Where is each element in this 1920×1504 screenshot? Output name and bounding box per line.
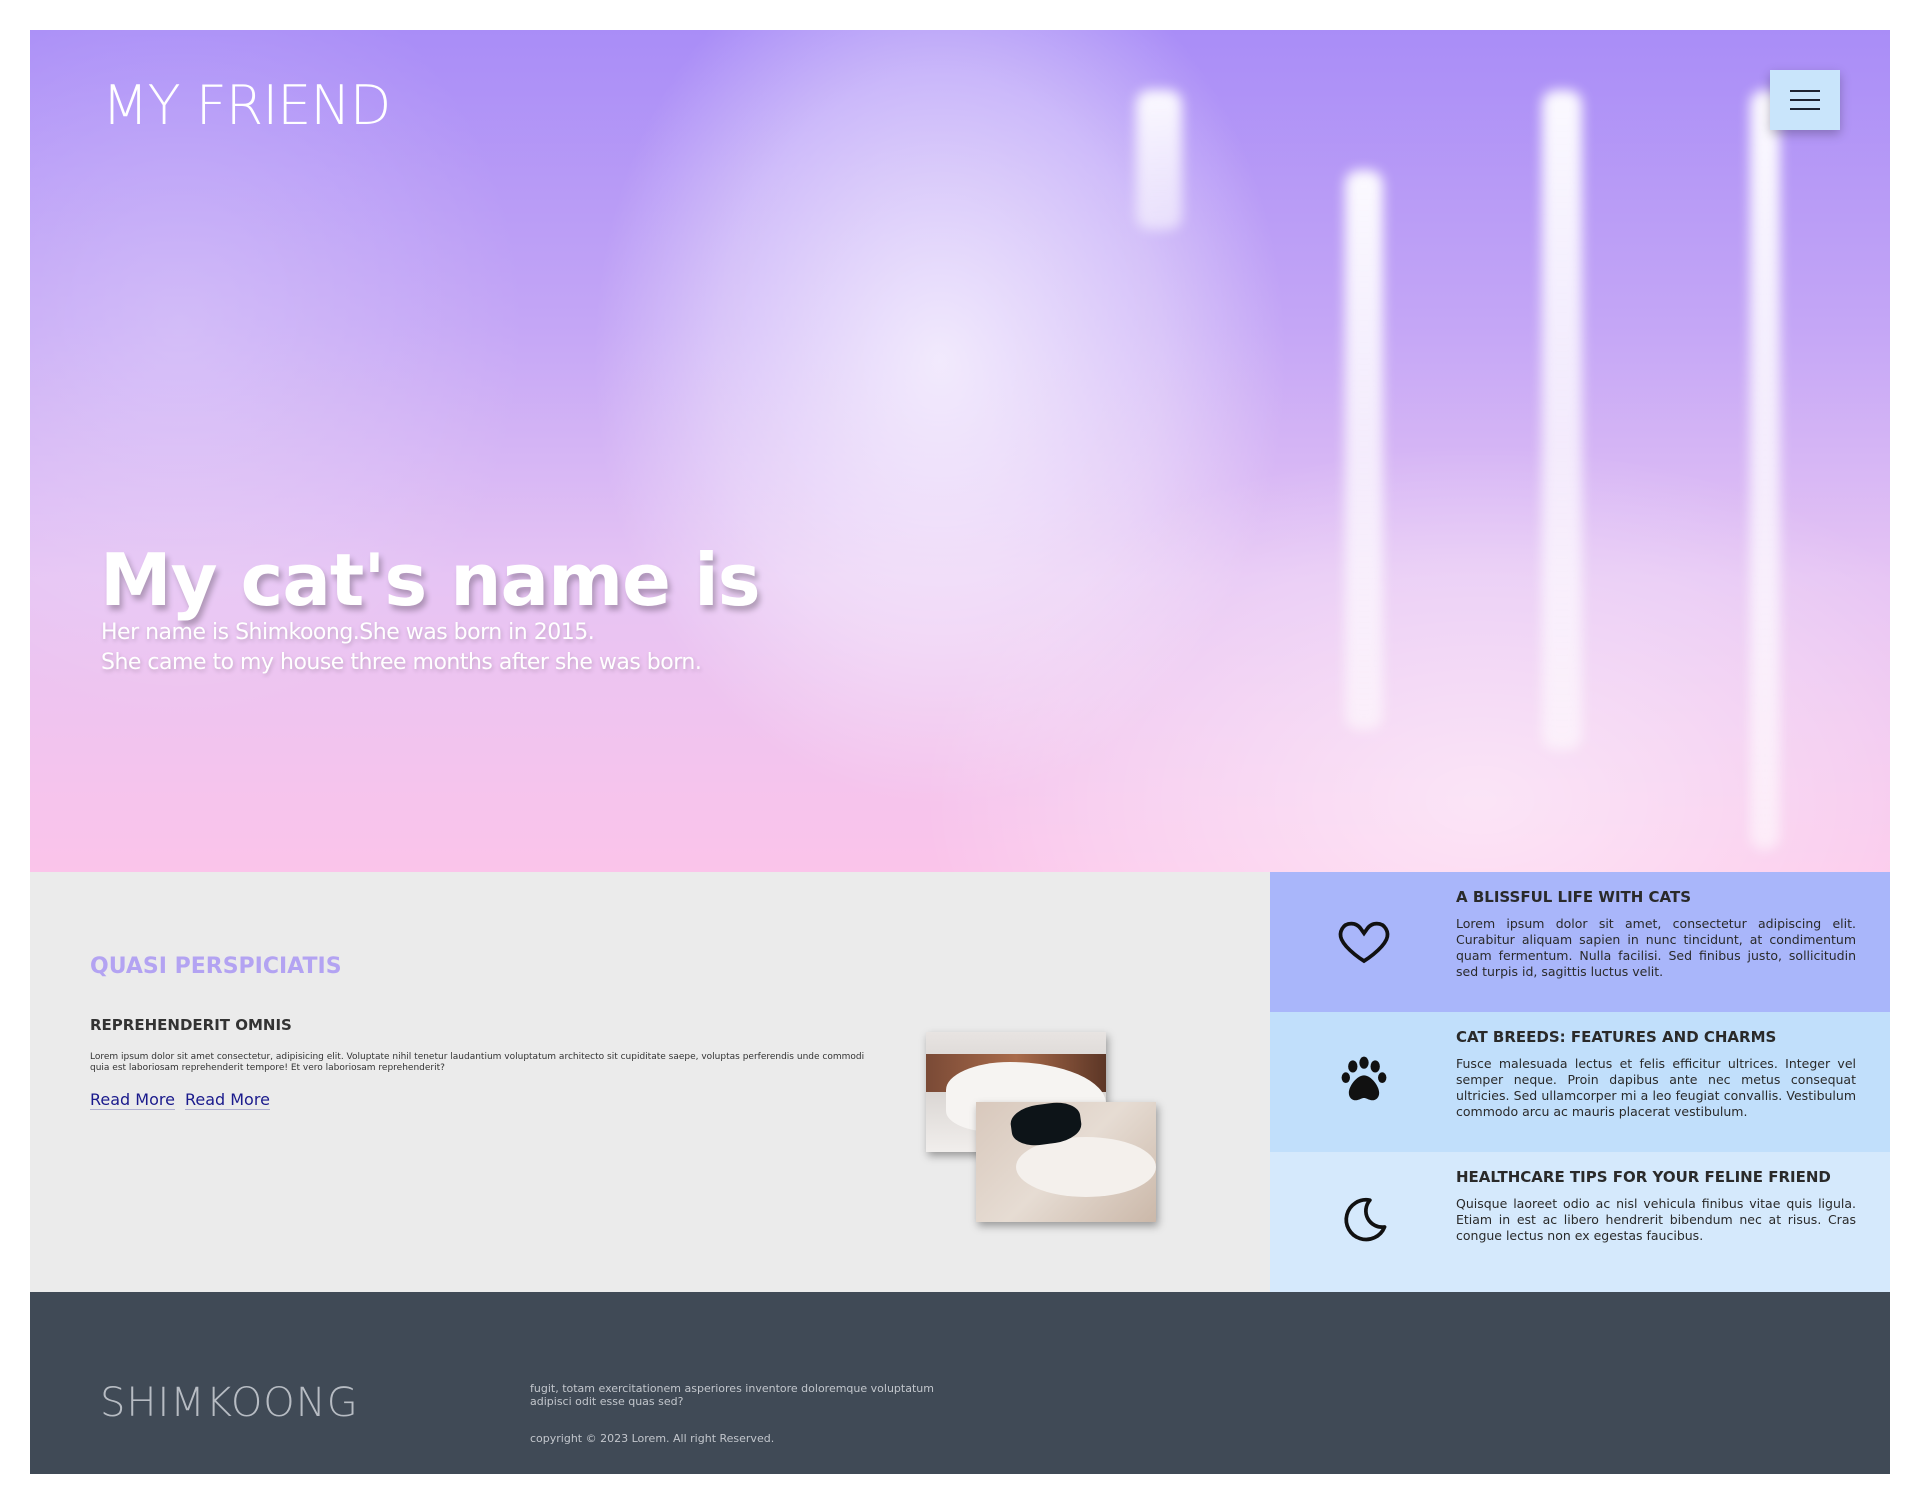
hero-subtitle: Her name is Shimkoong.She was born in 20…	[101, 618, 702, 678]
hero-section: MY FRIEND My cat's name is Her name is S…	[30, 30, 1890, 872]
site-logo[interactable]: MY FRIEND	[102, 74, 391, 137]
about-text: Lorem ipsum dolor sit amet consectetur, …	[90, 1052, 865, 1073]
feature-text: Lorem ipsum dolor sit amet, consectetur …	[1456, 916, 1856, 979]
read-more-links: Read More Read More	[90, 1090, 270, 1110]
about-section: QUASI PERSPICIATIS REPREHENDERIT OMNIS L…	[30, 872, 1270, 1292]
hero-subtitle-line: Her name is Shimkoong.She was born in 20…	[101, 620, 595, 645]
paw-icon	[1341, 1056, 1387, 1101]
copyright-text: copyright © 2023 Lorem. All right Reserv…	[530, 1432, 775, 1445]
hero-subtitle-line: She came to my house three months after …	[101, 650, 702, 675]
footer-text: fugit, totam exercitationem asperiores i…	[530, 1382, 934, 1408]
page: MY FRIEND My cat's name is Her name is S…	[30, 30, 1890, 1474]
feature-item: A BLISSFUL LIFE WITH CATS Lorem ipsum do…	[1270, 872, 1890, 1012]
heart-icon	[1338, 921, 1390, 964]
hamburger-menu-icon	[1790, 108, 1820, 110]
feature-item: CAT BREEDS: FEATURES AND CHARMS Fusce ma…	[1270, 1012, 1890, 1152]
photo-cat	[1016, 1137, 1156, 1197]
cat-photo	[976, 1102, 1156, 1222]
background-light-bar	[1136, 90, 1182, 230]
about-subheading: REPREHENDERIT OMNIS	[90, 1016, 292, 1034]
feature-text: Quisque laoreet odio ac nisl vehicula fi…	[1456, 1196, 1856, 1243]
feature-title: HEALTHCARE TIPS FOR YOUR FELINE FRIEND	[1456, 1168, 1831, 1186]
menu-button[interactable]	[1770, 70, 1840, 130]
feature-text: Fusce malesuada lectus et felis efficitu…	[1456, 1056, 1856, 1119]
background-light-bar	[1345, 170, 1383, 730]
read-more-link[interactable]: Read More	[184, 1090, 270, 1110]
hamburger-menu-icon	[1790, 99, 1820, 101]
feature-item: HEALTHCARE TIPS FOR YOUR FELINE FRIEND Q…	[1270, 1152, 1890, 1292]
feature-title: A BLISSFUL LIFE WITH CATS	[1456, 888, 1692, 906]
feature-title: CAT BREEDS: FEATURES AND CHARMS	[1456, 1028, 1777, 1046]
features-section: A BLISSFUL LIFE WITH CATS Lorem ipsum do…	[1270, 872, 1890, 1292]
moon-icon	[1344, 1197, 1387, 1242]
background-light-bar	[1542, 90, 1582, 750]
hero-title: My cat's name is	[100, 538, 761, 622]
footer-logo: SHIMKOONG	[100, 1380, 359, 1426]
about-heading: QUASI PERSPICIATIS	[90, 954, 342, 979]
read-more-link[interactable]: Read More	[90, 1090, 175, 1110]
footer: SHIMKOONG fugit, totam exercitationem as…	[30, 1292, 1890, 1474]
hamburger-menu-icon	[1790, 90, 1820, 92]
background-light-bar	[1750, 90, 1780, 850]
